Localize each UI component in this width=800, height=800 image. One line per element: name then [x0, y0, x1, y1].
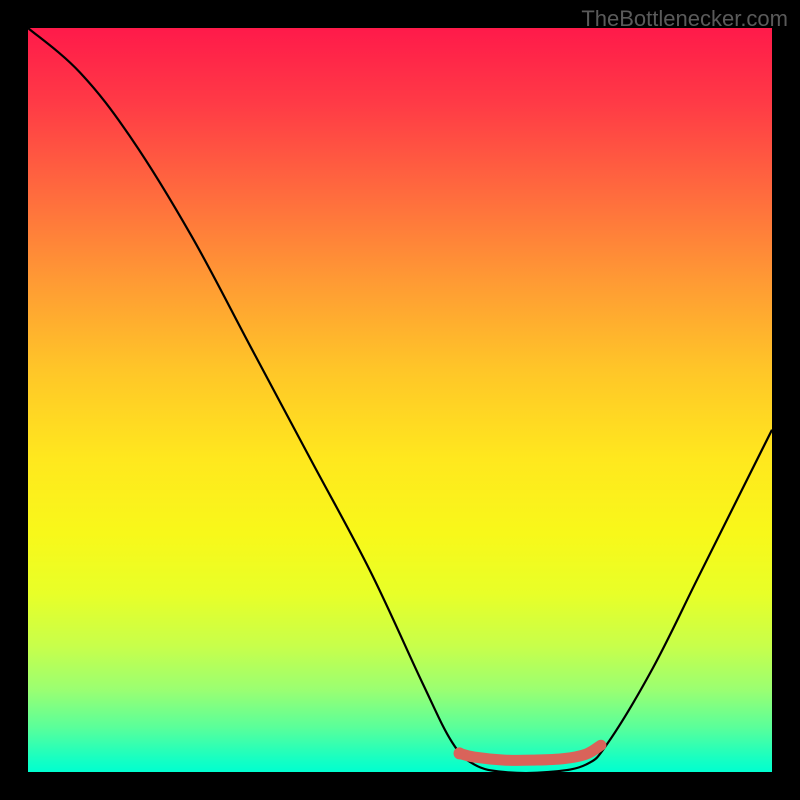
- chart-svg: [28, 28, 772, 772]
- plot-area: [28, 28, 772, 772]
- optimal-range-marker: [460, 745, 601, 760]
- bottleneck-curve: [28, 28, 772, 772]
- attribution-text: TheBottlenecker.com: [581, 6, 788, 32]
- optimal-start-dot: [454, 747, 466, 759]
